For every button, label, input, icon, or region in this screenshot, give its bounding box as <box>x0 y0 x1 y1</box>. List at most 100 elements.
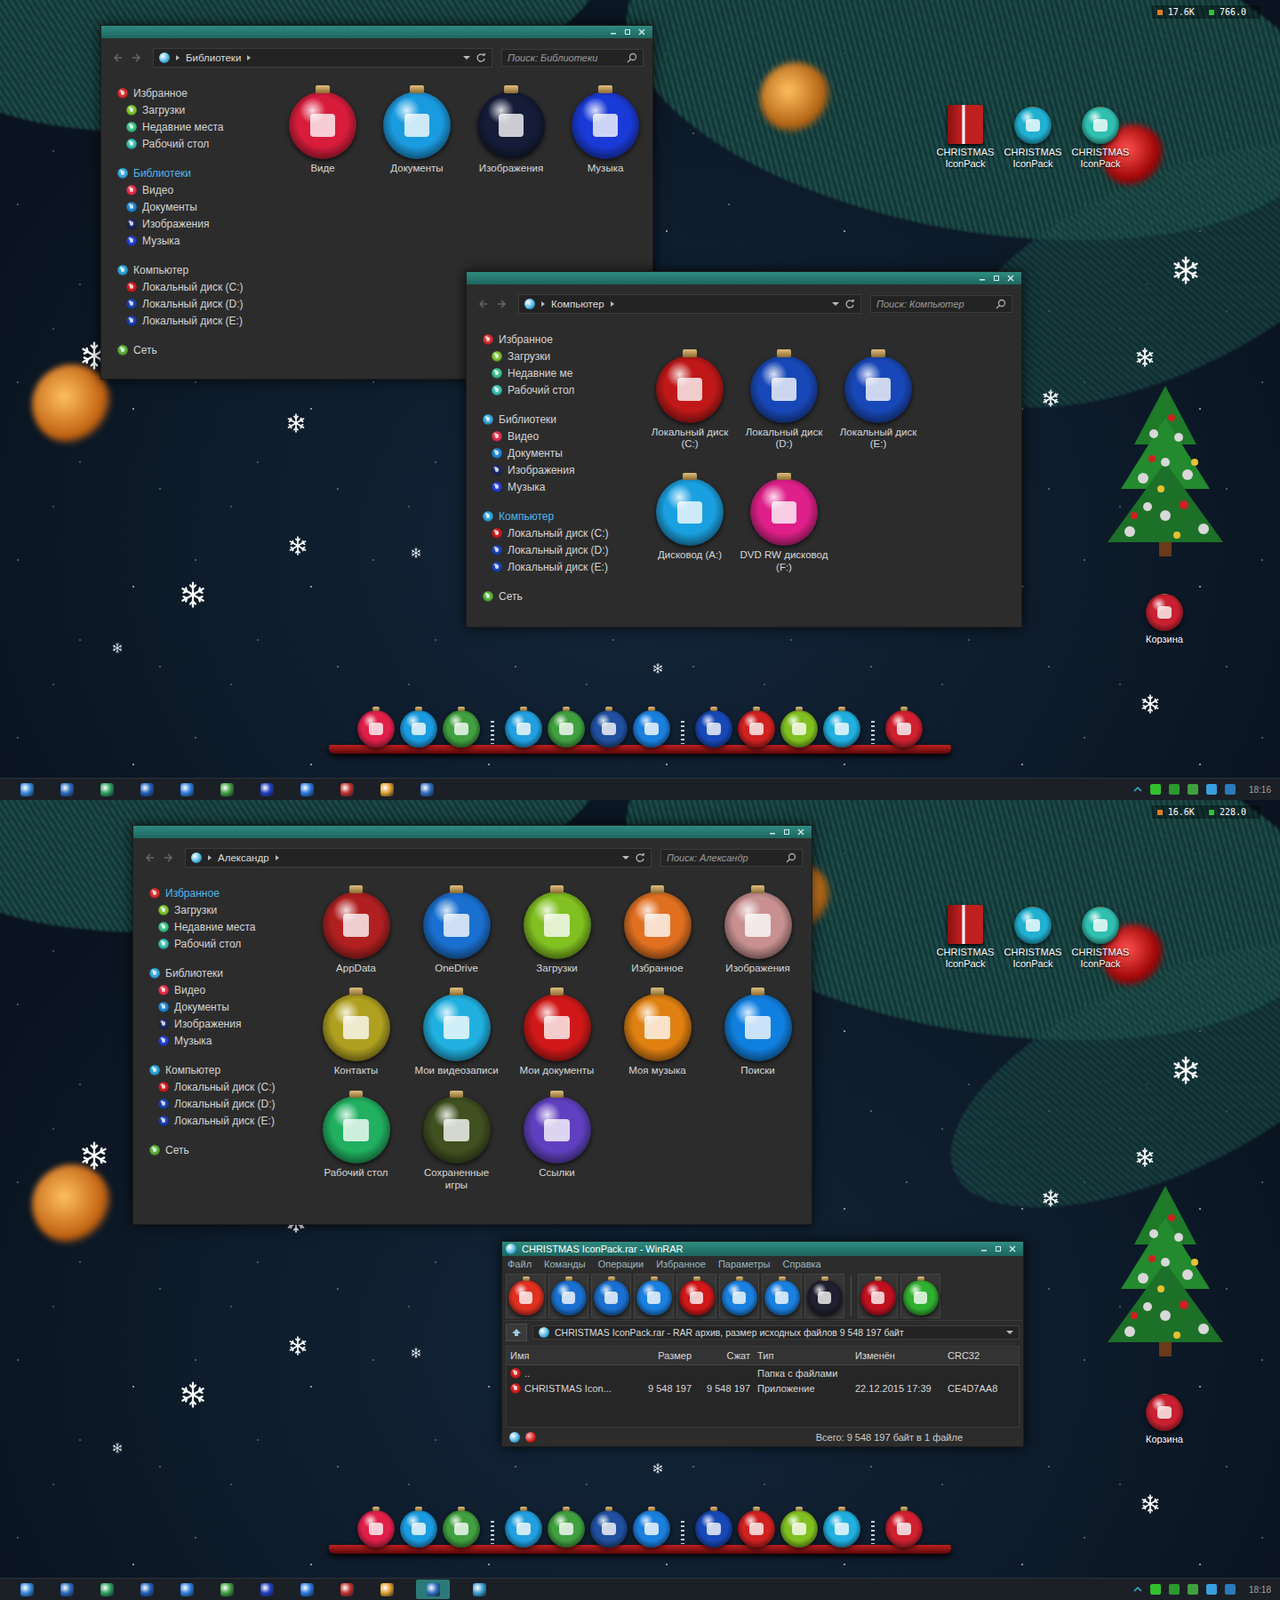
taskbar-item[interactable] <box>16 779 38 800</box>
taskbar-item[interactable] <box>468 1579 490 1600</box>
taskbar-item[interactable] <box>176 779 198 800</box>
path-field[interactable]: CHRISTMAS IconPack.rar - RAR архив, разм… <box>532 1325 1020 1340</box>
desktop-icon[interactable]: CHRISTMAS IconPack <box>999 901 1067 969</box>
column-header[interactable]: Сжат <box>695 1350 754 1361</box>
folder-item[interactable]: Мои видеозаписи <box>406 986 507 1077</box>
nav-item[interactable]: Видео <box>117 181 271 199</box>
refresh-icon[interactable] <box>844 298 856 310</box>
nav-item[interactable]: Локальный диск (C:) <box>117 278 271 296</box>
dock-item[interactable] <box>737 1505 776 1551</box>
menu-item[interactable]: Команды <box>544 1258 586 1270</box>
refresh-icon[interactable] <box>634 852 646 864</box>
nav-item[interactable]: Загрузки <box>149 901 303 919</box>
taskbar-item[interactable] <box>56 779 78 800</box>
dock-item[interactable] <box>357 705 395 751</box>
taskbar-item[interactable] <box>416 1579 450 1600</box>
refresh-icon[interactable] <box>475 52 487 64</box>
dock-item[interactable] <box>780 705 818 751</box>
nav-item[interactable]: Компьютер <box>482 507 636 525</box>
toolbar-button[interactable] <box>804 1273 845 1319</box>
dock-item[interactable] <box>590 1505 628 1551</box>
taskbar-item[interactable] <box>416 779 438 800</box>
nav-item[interactable]: Локальный диск (D:) <box>117 295 271 312</box>
folder-item[interactable]: Локальный диск (C:) <box>642 348 737 450</box>
taskbar-item[interactable] <box>56 1579 78 1600</box>
tray-icon[interactable] <box>1168 784 1180 795</box>
tray-icon[interactable] <box>1168 1584 1180 1595</box>
dock-item[interactable] <box>504 1505 543 1551</box>
clock[interactable]: 18:18 <box>1248 1584 1272 1595</box>
clock[interactable]: 18:16 <box>1248 784 1272 795</box>
nav-item[interactable]: Локальный диск (C:) <box>149 1078 303 1096</box>
toolbar-button[interactable] <box>719 1273 760 1319</box>
dock-item[interactable] <box>695 705 733 751</box>
dock-item[interactable] <box>885 705 923 751</box>
folder-item[interactable]: DVD RW дисковод (F:) <box>736 471 832 573</box>
taskbar-item[interactable] <box>336 1579 358 1600</box>
dropdown-icon[interactable] <box>622 855 630 861</box>
close-icon[interactable] <box>634 27 649 37</box>
folder-item[interactable]: Изображения <box>464 84 559 175</box>
tray-icon[interactable] <box>1187 784 1199 795</box>
nav-item[interactable]: Документы <box>482 444 636 462</box>
taskbar-item[interactable] <box>136 1579 158 1600</box>
nav-item[interactable]: Недавние места <box>149 918 303 936</box>
taskbar-item[interactable] <box>96 1579 118 1600</box>
close-icon[interactable] <box>1005 1244 1020 1254</box>
folder-item[interactable]: Музыка <box>558 84 653 175</box>
dock-item[interactable] <box>400 705 438 751</box>
taskbar-item[interactable] <box>216 779 238 800</box>
nav-item[interactable]: Документы <box>149 998 303 1016</box>
nav-item[interactable]: Библиотеки <box>482 410 636 428</box>
folder-item[interactable]: Избранное <box>607 884 708 975</box>
folder-item[interactable]: Рабочий стол <box>305 1088 407 1179</box>
folder-item[interactable]: Ссылки <box>506 1088 608 1179</box>
nav-item[interactable]: Рабочий стол <box>149 935 303 952</box>
search-box[interactable]: Поиск: Компьютер <box>870 295 1013 313</box>
nav-item[interactable]: Изображения <box>482 461 636 479</box>
taskbar-item[interactable] <box>296 779 318 800</box>
minimize-icon[interactable] <box>765 827 780 837</box>
column-header[interactable]: CRC32 <box>944 1350 1019 1361</box>
toolbar-button[interactable] <box>676 1273 717 1319</box>
taskbar-item[interactable] <box>336 779 358 800</box>
title-bar[interactable] <box>466 272 1022 285</box>
nav-item[interactable]: Избранное <box>117 84 271 102</box>
desktop-icon[interactable]: CHRISTMAS IconPack <box>1066 101 1135 169</box>
taskbar-item[interactable] <box>376 1579 398 1600</box>
tray-icon[interactable] <box>1206 784 1217 795</box>
maximize-icon[interactable] <box>991 1244 1006 1254</box>
nav-item[interactable]: Изображения <box>149 1015 303 1032</box>
nav-item[interactable]: Избранное <box>482 330 636 348</box>
nav-item[interactable]: Локальный диск (D:) <box>482 541 636 559</box>
nav-item[interactable]: Локальный диск (D:) <box>149 1095 303 1112</box>
menu-item[interactable]: Файл <box>507 1258 532 1270</box>
dock-item[interactable] <box>547 1505 585 1551</box>
toolbar-button[interactable] <box>505 1273 546 1319</box>
nav-item[interactable]: Локальный диск (E:) <box>149 1112 303 1129</box>
table-row[interactable]: .. Папка с файлами <box>506 1365 1019 1381</box>
nav-item[interactable]: Локальный диск (E:) <box>117 312 271 329</box>
dock-item[interactable] <box>885 1505 923 1551</box>
nav-item[interactable]: Недавние места <box>117 118 271 136</box>
dropdown-icon[interactable] <box>1006 1329 1014 1336</box>
forward-icon[interactable] <box>131 51 144 64</box>
minimize-icon[interactable] <box>976 1244 992 1254</box>
desktop-icon[interactable]: CHRISTMAS IconPack <box>931 101 1000 169</box>
up-button[interactable] <box>505 1323 528 1342</box>
close-icon[interactable] <box>1003 273 1018 283</box>
dock-item[interactable] <box>400 1505 438 1551</box>
maximize-icon[interactable] <box>989 273 1004 283</box>
taskbar-item[interactable] <box>136 779 158 800</box>
tray-icon[interactable] <box>1224 784 1236 795</box>
toolbar-button[interactable] <box>591 1273 632 1319</box>
folder-item[interactable]: Сохраненные игры <box>406 1088 507 1191</box>
folder-item[interactable]: Документы <box>369 84 464 175</box>
folder-item[interactable]: AppData <box>305 884 407 975</box>
taskbar-item[interactable] <box>256 779 278 800</box>
nav-item[interactable]: Избранное <box>149 884 303 902</box>
nav-item[interactable]: Сеть <box>149 1141 303 1159</box>
minimize-icon[interactable] <box>975 273 990 283</box>
close-icon[interactable] <box>793 827 808 837</box>
nav-item[interactable]: Музыка <box>117 232 271 249</box>
